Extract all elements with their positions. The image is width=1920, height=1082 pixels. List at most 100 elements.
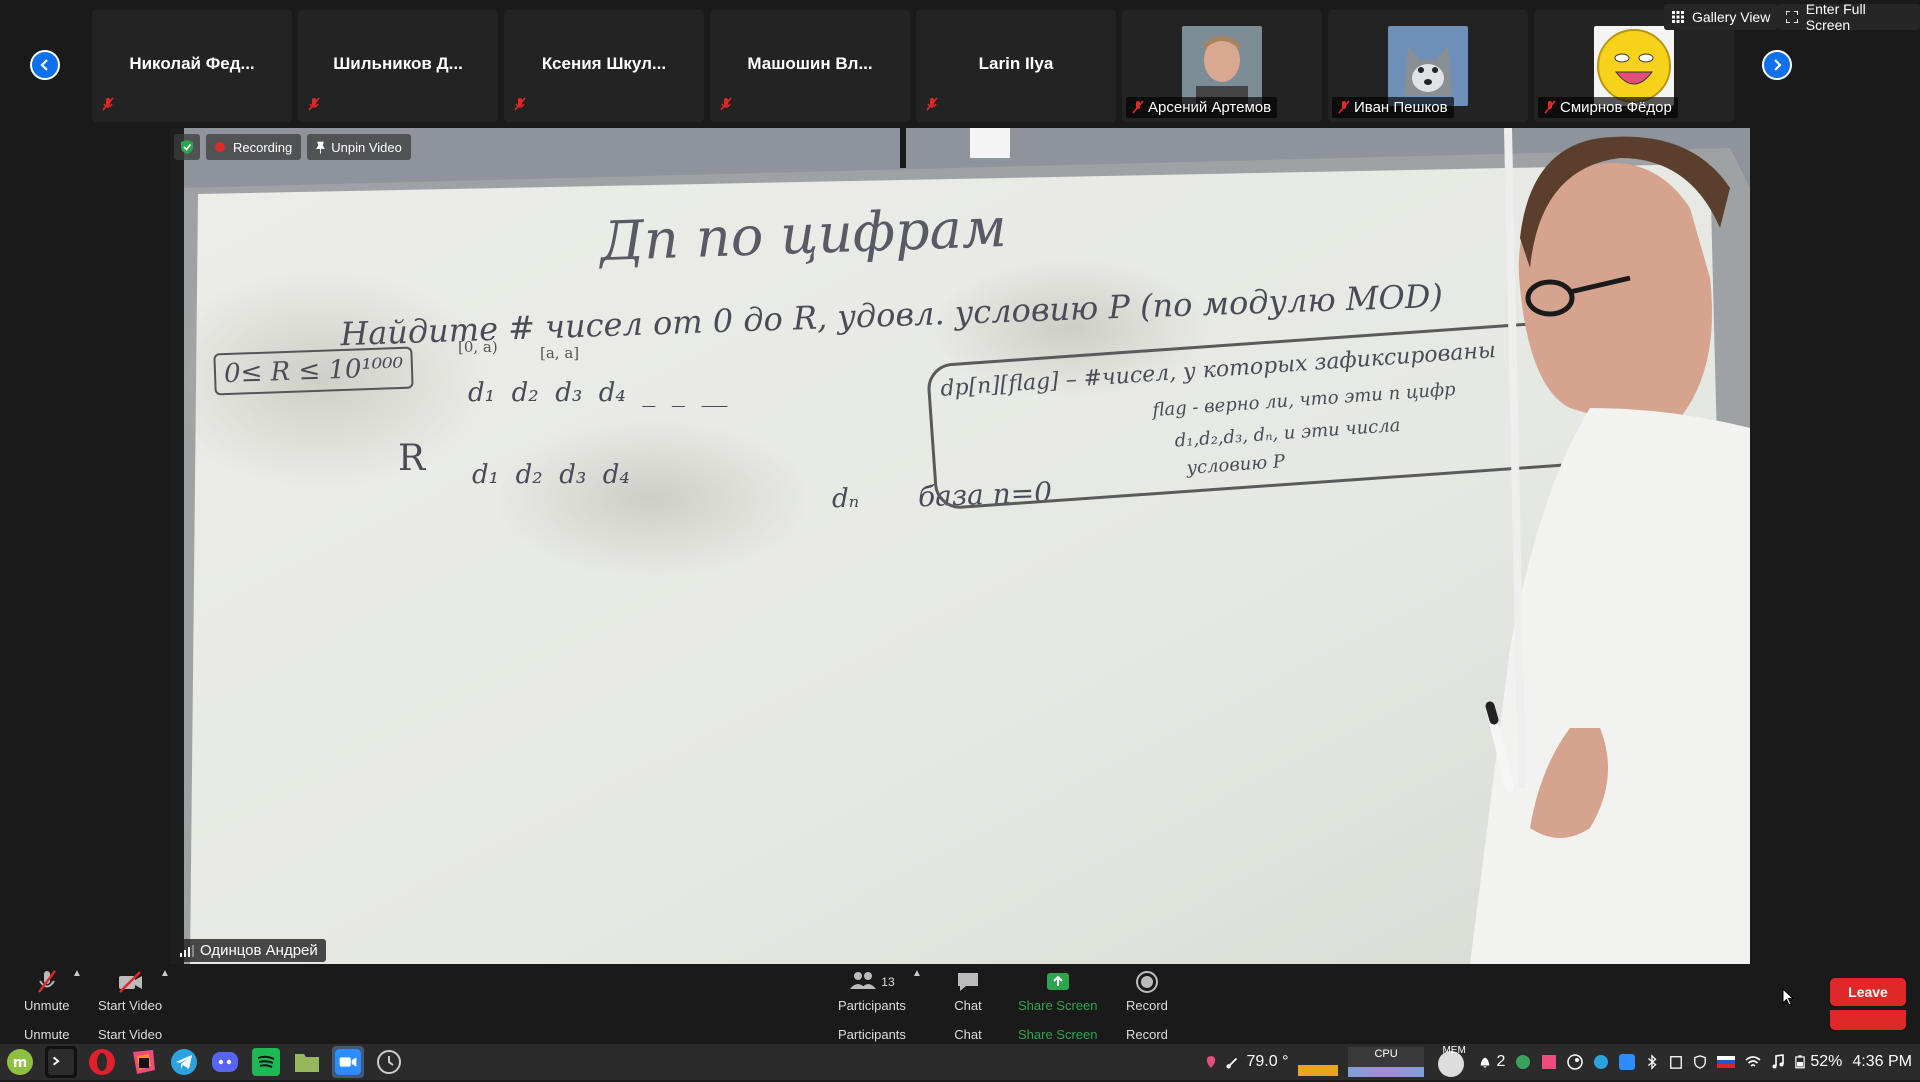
participant-video-tile[interactable]: Иван Пешков [1328, 10, 1528, 122]
location-pin-icon [1207, 1056, 1216, 1068]
participant-tile[interactable]: Шильников Д... [298, 10, 498, 122]
muted-mic-icon [1132, 100, 1144, 114]
recording-indicator[interactable]: Recording [206, 134, 302, 160]
participant-label: Арсений Артемов [1126, 97, 1278, 118]
leave-button-ghost [1830, 1010, 1906, 1030]
leave-button[interactable]: Leave [1830, 978, 1906, 1006]
video-status-bar: Recording Unpin Video [174, 134, 411, 160]
encryption-shield-icon [174, 134, 200, 160]
globe-icon[interactable] [1515, 1054, 1531, 1070]
start-video-button[interactable]: Start Video Start Video [98, 970, 162, 1042]
temperature-indicator[interactable]: 79.0 ° [1226, 1053, 1288, 1071]
wb-dp-line4: условию P [1185, 451, 1286, 479]
wb-row-r: R [398, 438, 426, 479]
gallery-view-button[interactable]: Gallery View [1664, 4, 1779, 30]
zoom-app-icon[interactable] [332, 1046, 364, 1078]
clipboard-icon[interactable] [1669, 1054, 1683, 1070]
chat-label: Chat [954, 998, 982, 1013]
participant-tile[interactable]: Машошин Вл... [710, 10, 910, 122]
wb-dn: dₙ [832, 484, 860, 514]
wb-idx2: [a, a] [540, 344, 580, 362]
participants-button[interactable]: 13 Participants Participants [838, 970, 906, 1042]
participant-tile[interactable]: Ксения Шкул... [504, 10, 704, 122]
discord-icon[interactable] [209, 1046, 241, 1078]
notifications-indicator[interactable]: 2 [1478, 1053, 1505, 1071]
muted-mic-icon [926, 97, 938, 111]
wb-dp-line3: d₁,d₂,d₃, dₙ, и эти числа [1173, 414, 1402, 452]
start-video-label: Start Video [98, 998, 163, 1013]
start-video-label-dup: Start Video [98, 1027, 163, 1042]
share-screen-button[interactable]: Share Screen Share Screen [1018, 970, 1098, 1042]
cpu-graph[interactable]: CPU [1348, 1047, 1425, 1077]
battery-indicator[interactable]: 52% [1795, 1053, 1842, 1071]
temperature-value: 79.0 ° [1246, 1053, 1289, 1070]
record-icon [1135, 971, 1158, 993]
memory-indicator[interactable]: MEM [1434, 1045, 1468, 1077]
muted-mic-icon [37, 970, 56, 993]
record-button[interactable]: Record Record [1126, 970, 1168, 1042]
cpu-label: CPU [1374, 1048, 1398, 1060]
chat-button[interactable]: Chat Chat [954, 970, 982, 1042]
muted-mic-icon [514, 97, 526, 111]
unpin-label: Unpin Video [331, 139, 402, 155]
audio-options-caret-icon[interactable]: ▲ [72, 968, 82, 979]
os-taskbar: m 79.0 ° CPU MEM 2 52% 4:36 PM [0, 1044, 1920, 1080]
spotify-icon[interactable] [250, 1046, 282, 1078]
opera-browser-icon[interactable] [86, 1046, 118, 1078]
telegram-tray-icon[interactable] [1593, 1054, 1609, 1070]
jetbrains-tray-icon[interactable] [1541, 1054, 1557, 1070]
keyboard-layout-ru-flag-icon[interactable] [1717, 1056, 1736, 1068]
participant-tile[interactable]: Larin Ilya [916, 10, 1116, 122]
record-label-dup: Record [1126, 1027, 1168, 1042]
participants-caret-icon[interactable]: ▲ [912, 968, 922, 979]
prev-page-button[interactable] [30, 50, 60, 80]
participant-tile[interactable]: Николай Фед... [92, 10, 292, 122]
wifi-icon[interactable] [1745, 1055, 1761, 1069]
recording-label: Recording [233, 139, 293, 155]
expand-icon [1786, 11, 1798, 23]
jetbrains-toolbox-icon[interactable] [127, 1046, 159, 1078]
terminal-icon[interactable] [45, 1046, 77, 1078]
steam-icon[interactable] [1567, 1054, 1584, 1070]
wb-bound: 0≤ R ≤ 10¹⁰⁰⁰ [213, 346, 414, 396]
participant-name: Николай Фед... [129, 54, 255, 73]
file-manager-icon[interactable] [291, 1046, 323, 1078]
battery-icon [1795, 1055, 1806, 1069]
video-options-caret-icon[interactable]: ▲ [160, 968, 170, 979]
bluetooth-icon[interactable] [1645, 1054, 1659, 1070]
battery-percent: 52% [1810, 1053, 1843, 1070]
active-speaker-video: Дп по цифрам Найдите # чисел от 0 до R, … [170, 128, 1750, 964]
avatar [1388, 26, 1468, 106]
participant-name: Машошин Вл... [747, 54, 873, 73]
chat-icon [958, 973, 978, 991]
signal-bars-icon [180, 944, 194, 957]
avatar [1594, 26, 1674, 106]
mouse-cursor-icon [1782, 988, 1794, 1006]
share-screen-label: Share Screen [1018, 998, 1098, 1013]
participants-icon [850, 972, 877, 989]
unpin-video-button[interactable]: Unpin Video [307, 134, 411, 160]
full-screen-button[interactable]: Enter Full Screen [1778, 1, 1920, 33]
participant-video-tile[interactable]: Арсений Артемов [1122, 10, 1322, 122]
chevron-right-icon [1774, 59, 1782, 71]
wb-idx1: [0, a) [458, 338, 498, 356]
share-screen-icon [1046, 973, 1069, 990]
clock-time[interactable]: 4:36 PM [1852, 1053, 1912, 1071]
participant-name: Ксения Шкул... [541, 54, 667, 73]
gallery-view-label: Gallery View [1692, 9, 1771, 25]
muted-mic-icon [102, 97, 114, 111]
video-off-icon [119, 971, 143, 993]
telegram-icon[interactable] [168, 1046, 200, 1078]
muted-mic-icon [1544, 100, 1556, 114]
zoom-tray-icon[interactable] [1619, 1054, 1636, 1070]
meeting-toolbar: Unmute Unmute ▲ Start Video Start Video … [0, 964, 1920, 1044]
pin-icon [316, 141, 326, 154]
shield-tray-icon[interactable] [1693, 1054, 1707, 1070]
unmute-button[interactable]: Unmute Unmute [24, 970, 70, 1042]
active-speaker-label: Одинцов Андрей [174, 939, 326, 962]
next-page-button[interactable] [1762, 50, 1792, 80]
music-note-icon[interactable] [1771, 1054, 1785, 1070]
menu-launcher-icon[interactable]: m [4, 1046, 36, 1078]
clock-app-icon[interactable] [373, 1046, 405, 1078]
participant-name: Шильников Д... [333, 54, 463, 73]
